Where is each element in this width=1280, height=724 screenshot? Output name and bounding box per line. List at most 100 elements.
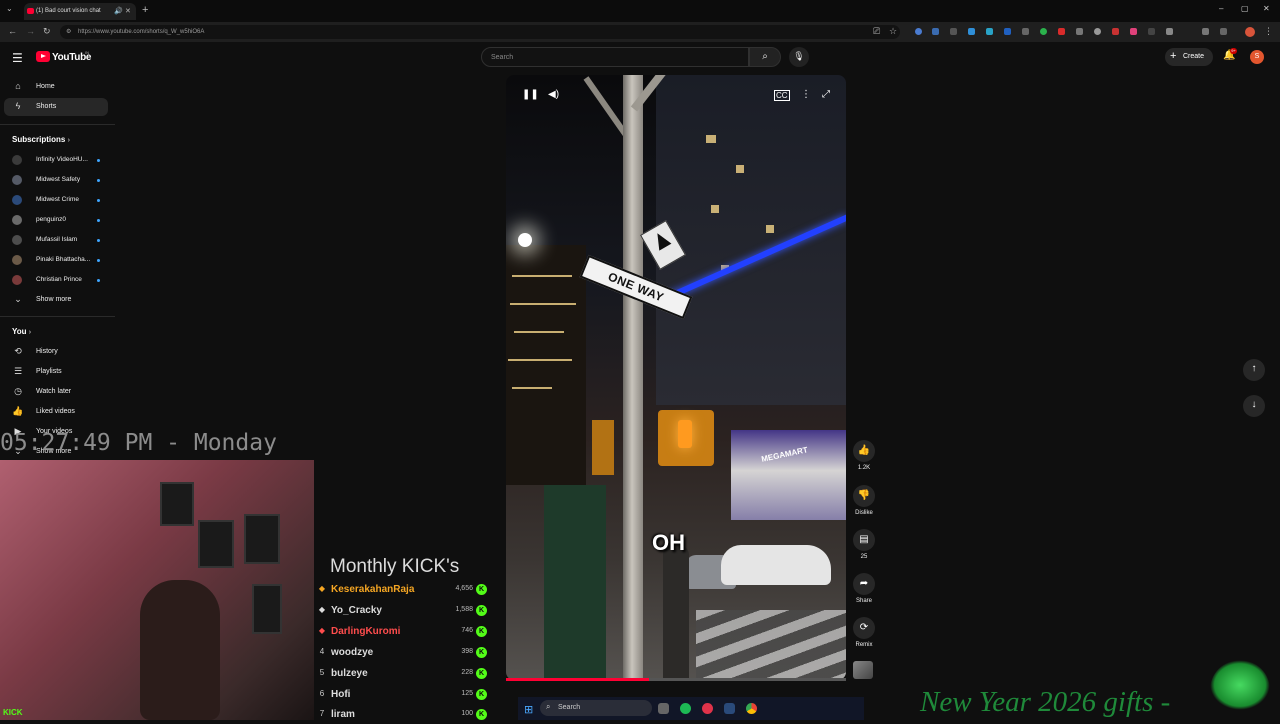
- comments-action[interactable]: ▤ 25: [851, 529, 877, 560]
- app-icon[interactable]: [702, 703, 713, 714]
- fullscreen-icon[interactable]: ⤢: [822, 89, 830, 100]
- new-content-dot: [97, 159, 100, 162]
- new-content-dot: [97, 239, 100, 242]
- car: [721, 545, 831, 585]
- taskbar-search-label: Search: [558, 704, 581, 711]
- sidebar-subscription-item[interactable]: Midwest Crime: [0, 191, 110, 209]
- rank-badge-icon: ◆: [318, 605, 326, 614]
- comment-icon[interactable]: ▤: [853, 529, 875, 551]
- site-info-icon[interactable]: ⚙: [66, 28, 71, 35]
- captions-icon[interactable]: CC: [774, 90, 790, 101]
- microphone-icon[interactable]: 🎙: [789, 47, 809, 67]
- sidebar-item-history[interactable]: ⟲ History: [0, 343, 110, 361]
- browser-profile-avatar[interactable]: [1245, 27, 1255, 37]
- remix-action[interactable]: ⟳ Remix: [851, 617, 877, 648]
- sidepanel-icon[interactable]: [1220, 28, 1227, 35]
- sidebar-subscription-item[interactable]: Christian Prince: [0, 271, 110, 289]
- previous-short-arrow-up-icon[interactable]: ↑: [1243, 359, 1265, 381]
- sidebar-item-shorts[interactable]: ϟ Shorts: [4, 98, 108, 116]
- extension-icon[interactable]: [968, 28, 975, 35]
- sidebar-item-liked-videos[interactable]: 👍 Liked videos: [0, 403, 110, 421]
- tab-close-icon[interactable]: ✕: [125, 7, 131, 15]
- extension-icon[interactable]: [1166, 28, 1173, 35]
- shorts-video-player[interactable]: MEGAMART ONE WAY OH ❚❚ ◀) CC ⋮ ⤢: [506, 75, 846, 680]
- video-caption: OH: [652, 530, 685, 555]
- next-short-arrow-down-icon[interactable]: ↓: [1243, 395, 1265, 417]
- share-action[interactable]: ➦ Share: [851, 573, 877, 604]
- maximize-icon[interactable]: ▢: [1241, 4, 1249, 13]
- window-close-icon[interactable]: ✕: [1263, 4, 1270, 13]
- extension-icon[interactable]: [1148, 28, 1155, 35]
- extension-icon[interactable]: [915, 28, 922, 35]
- spotify-icon[interactable]: [680, 703, 691, 714]
- extension-icon[interactable]: [986, 28, 993, 35]
- extensions-puzzle-icon[interactable]: [1202, 28, 1209, 35]
- volume-icon[interactable]: ◀): [548, 89, 559, 100]
- comment-count: 25: [860, 554, 868, 560]
- share-icon[interactable]: ➦: [853, 573, 875, 595]
- forward-icon[interactable]: →: [26, 26, 35, 36]
- chrome-icon[interactable]: [746, 703, 757, 714]
- sidebar-item-label: Watch later: [36, 388, 72, 395]
- pause-icon[interactable]: ❚❚: [522, 89, 539, 100]
- bookmark-star-icon[interactable]: ☆: [889, 26, 897, 37]
- sidebar-item-watch-later[interactable]: ◷ Watch later: [0, 383, 110, 401]
- browser-tab[interactable]: (1) Bad court vision chat 🔊 ✕: [24, 3, 136, 20]
- extension-icon[interactable]: [950, 28, 957, 35]
- remix-icon[interactable]: ⟳: [853, 617, 875, 639]
- minimize-icon[interactable]: –: [1219, 4, 1223, 13]
- user-avatar[interactable]: S: [1250, 50, 1264, 64]
- thumbs-up-icon[interactable]: 👍: [853, 440, 875, 462]
- sidebar-item-playlists[interactable]: ☰ Playlists: [0, 363, 110, 381]
- hamburger-menu-icon[interactable]: ☰: [12, 51, 23, 65]
- new-tab-icon[interactable]: +: [142, 4, 148, 16]
- rank-label: 4: [319, 647, 325, 656]
- extension-icon[interactable]: [1076, 28, 1083, 35]
- extension-icon[interactable]: [1022, 28, 1029, 35]
- extension-icon[interactable]: [1058, 28, 1065, 35]
- sidebar-subscription-item[interactable]: Infinity VideoHU...: [0, 151, 110, 169]
- taskbar-search[interactable]: ⌕ Search: [540, 700, 652, 716]
- sidebar-subscription-item[interactable]: Midwest Safety: [0, 171, 110, 189]
- url-field[interactable]: ⚙ https://www.youtube.com/shorts/q_W_w5h…: [60, 25, 900, 39]
- browser-menu-icon[interactable]: ⋮: [1264, 26, 1273, 37]
- sidebar-subscription-item[interactable]: penguinz0: [0, 211, 110, 229]
- search-icon[interactable]: ⌕: [749, 47, 781, 67]
- dislike-action[interactable]: 👎 Dislike: [851, 485, 877, 516]
- tab-search-icon[interactable]: ⌄: [6, 4, 13, 13]
- sidebar-subscription-item[interactable]: Mufassil Islam: [0, 231, 110, 249]
- create-button[interactable]: + Create: [1165, 48, 1213, 66]
- sidebar-show-more-subscriptions[interactable]: ⌄ Show more: [0, 291, 110, 309]
- kick-leaderboard-row: ◆ Yo_Cracky 1,588 K: [314, 602, 490, 620]
- subscriptions-title[interactable]: Subscriptions ›: [12, 135, 70, 144]
- extension-icon[interactable]: [1094, 28, 1101, 35]
- webcam-feed: [0, 460, 314, 720]
- rank-badge-icon: ◆: [318, 626, 326, 635]
- extension-icon[interactable]: [1040, 28, 1047, 35]
- like-action[interactable]: 👍 1.2K: [851, 440, 877, 471]
- new-content-dot: [97, 279, 100, 282]
- you-title[interactable]: You ›: [12, 327, 31, 336]
- streamer: [140, 580, 220, 720]
- back-icon[interactable]: ←: [8, 26, 17, 36]
- extension-icon[interactable]: [1112, 28, 1119, 35]
- sidebar-subscription-item[interactable]: Pinaki Bhattacha...: [0, 251, 110, 269]
- thumbs-down-icon[interactable]: 👎: [853, 485, 875, 507]
- search-input[interactable]: Search: [481, 47, 749, 67]
- steam-icon[interactable]: [724, 703, 735, 714]
- extension-icon[interactable]: [1130, 28, 1137, 35]
- channel-thumbnail[interactable]: [853, 661, 873, 679]
- sidebar-item-home[interactable]: ⌂ Home: [0, 78, 110, 96]
- reload-icon[interactable]: ↻: [43, 26, 51, 37]
- wall-frame: [244, 514, 280, 564]
- video-progress-bar[interactable]: [506, 678, 846, 681]
- task-view-icon[interactable]: [658, 703, 669, 714]
- windows-start-icon[interactable]: ⊞: [524, 703, 533, 716]
- window-lights: [512, 387, 552, 389]
- more-options-icon[interactable]: ⋮: [801, 89, 811, 100]
- install-app-icon[interactable]: ⎚: [873, 26, 880, 37]
- youtube-logo-icon[interactable]: [36, 51, 50, 62]
- tab-audio-icon[interactable]: 🔊: [114, 7, 123, 15]
- extension-icon[interactable]: [932, 28, 939, 35]
- extension-icon[interactable]: [1004, 28, 1011, 35]
